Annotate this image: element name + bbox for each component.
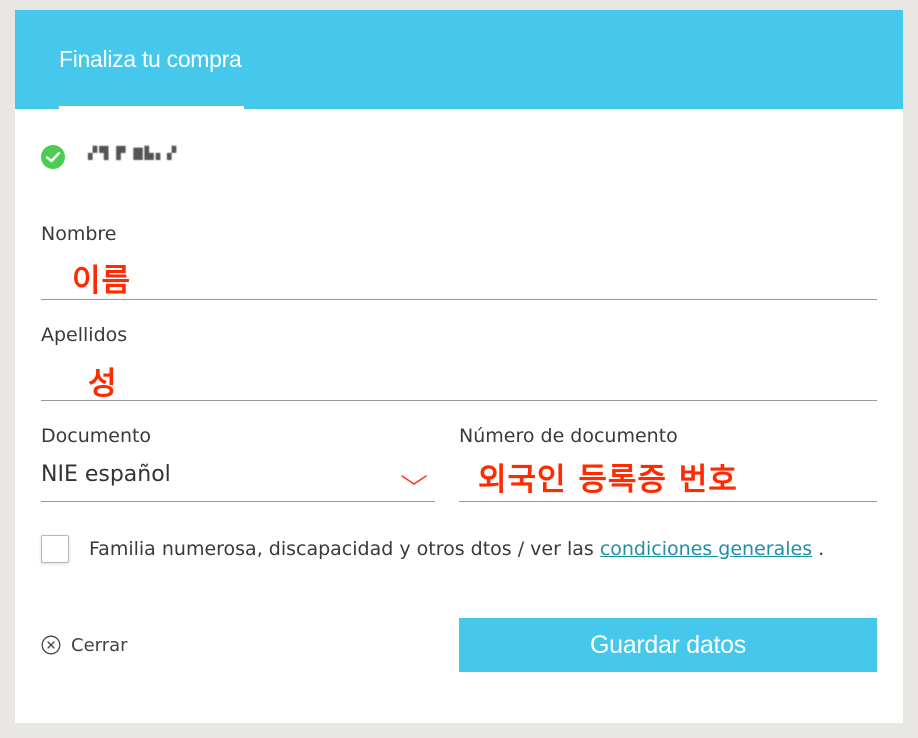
active-tab-indicator (59, 106, 244, 109)
save-data-button[interactable]: Guardar datos (459, 618, 877, 672)
numero-documento-label: Número de documento (459, 425, 678, 447)
terms-prefix: Familia numerosa, discapacidad y otros d… (89, 538, 600, 560)
documento-underline (41, 501, 435, 502)
masked-user-name: ▞▜ ▛ ▇▙▖▞ (88, 146, 179, 160)
tab-finaliza-compra[interactable]: Finaliza tu compra (59, 10, 244, 109)
apellidos-annotation: 성 (88, 366, 118, 402)
apellidos-input[interactable] (41, 400, 877, 401)
terms-text: Familia numerosa, discapacidad y otros d… (89, 538, 824, 560)
check-circle-icon (41, 145, 65, 169)
terms-suffix: . (812, 538, 825, 560)
close-label: Cerrar (71, 635, 128, 656)
tab-label: Finaliza tu compra (59, 46, 242, 72)
card-header: Finaliza tu compra (15, 10, 903, 109)
numero-documento-input[interactable] (459, 501, 877, 502)
nombre-input[interactable] (41, 299, 877, 300)
apellidos-label: Apellidos (41, 324, 128, 346)
nombre-label: Nombre (41, 223, 117, 245)
chevron-down-icon (401, 475, 427, 485)
numero-documento-annotation: 외국인 등록증 번호 (478, 462, 738, 498)
nombre-annotation: 이름 (72, 263, 132, 299)
discount-checkbox[interactable] (41, 535, 69, 563)
checkout-card: Finaliza tu compra ▞▜ ▛ ▇▙▖▞ Nombre 이름 A… (15, 10, 903, 723)
conditions-link[interactable]: condiciones generales (600, 538, 812, 560)
documento-label: Documento (41, 425, 152, 447)
close-circle-icon (41, 635, 61, 655)
documento-value: NIE español (41, 462, 171, 487)
